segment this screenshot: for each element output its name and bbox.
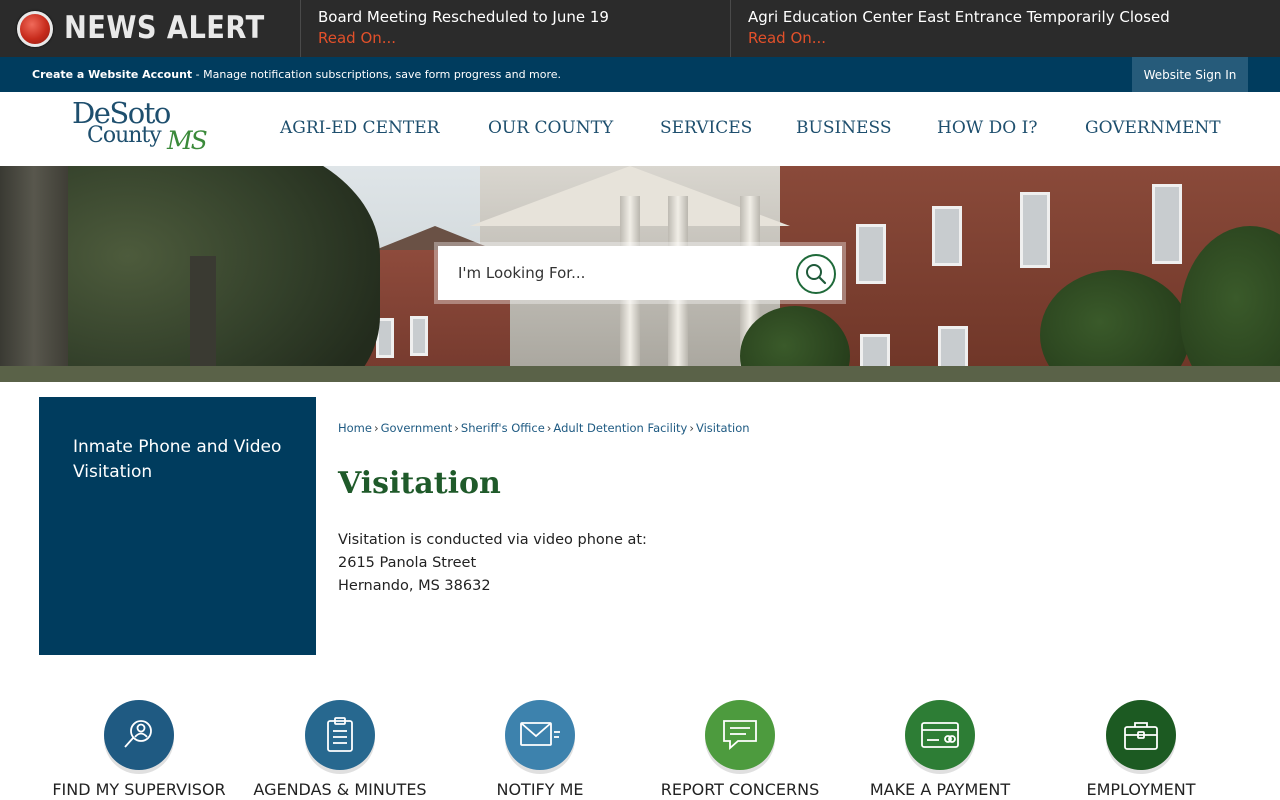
nav-item-business[interactable]: BUSINESS: [796, 118, 891, 138]
breadcrumb-adult-detention-facility[interactable]: Adult Detention Facility: [553, 421, 687, 435]
breadcrumb: Home › Government › Sheriff's Office › Adult D…: [338, 421, 750, 435]
quick-link-notify-me[interactable]: NOTIFY ME: [440, 700, 640, 800]
alert-indicator-icon: [17, 11, 53, 47]
quick-link-employment[interactable]: EMPLOYMENT: [1041, 700, 1241, 800]
desoto-county-logo[interactable]: DeSoto County MS: [72, 96, 212, 160]
breadcrumb-government[interactable]: Government: [381, 421, 453, 435]
search-field-wrapper: [438, 246, 842, 300]
alert-item[interactable]: Board Meeting Rescheduled to June 19 Rea…: [300, 0, 730, 57]
account-message: Create a Website Account - Manage notifi…: [32, 68, 561, 81]
breadcrumb-sheriffs-office[interactable]: Sheriff's Office: [461, 421, 545, 435]
supervisor-icon[interactable]: [104, 700, 174, 770]
hero-window: [1152, 184, 1182, 264]
chat-icon[interactable]: [705, 700, 775, 770]
search-button[interactable]: [796, 254, 836, 294]
hero-window: [932, 206, 962, 266]
content-line: Hernando, MS 38632: [338, 578, 491, 594]
search-icon: [806, 264, 827, 285]
hero-window: [856, 224, 886, 284]
briefcase-icon[interactable]: [1106, 700, 1176, 770]
account-description: - Manage notification subscriptions, sav…: [192, 68, 562, 81]
news-alert-bar: NEWS ALERT Board Meeting Rescheduled to …: [0, 0, 1280, 57]
quick-link-label[interactable]: AGENDAS & MINUTES: [240, 780, 440, 799]
credit-card-icon[interactable]: [905, 700, 975, 770]
breadcrumb-separator: ›: [546, 421, 552, 435]
alert-read-on-link[interactable]: Read On...: [748, 29, 1280, 47]
sidebar-nav: Inmate Phone and Video Visitation: [39, 397, 316, 655]
quick-link-label[interactable]: EMPLOYMENT: [1041, 780, 1241, 799]
hero-window: [1020, 192, 1050, 268]
account-bar: Create a Website Account - Manage notifi…: [0, 57, 1280, 92]
logo-suffix: MS: [167, 126, 208, 155]
hero-tree-trunk: [0, 166, 68, 382]
nav-item-government[interactable]: GOVERNMENT: [1085, 118, 1221, 138]
envelope-icon[interactable]: [505, 700, 575, 770]
quick-link-make-a-payment[interactable]: MAKE A PAYMENT: [840, 700, 1040, 800]
hero-tree-trunk: [190, 256, 216, 382]
quick-link-label[interactable]: NOTIFY ME: [440, 780, 640, 799]
quick-link-label[interactable]: MAKE A PAYMENT: [840, 780, 1040, 799]
breadcrumb-visitation[interactable]: Visitation: [696, 421, 750, 435]
alert-read-on-link[interactable]: Read On...: [318, 29, 730, 47]
search-box: [434, 242, 846, 304]
alert-item[interactable]: Agri Education Center East Entrance Temp…: [730, 0, 1280, 57]
quick-link-report-concerns[interactable]: REPORT CONCERNS: [640, 700, 840, 800]
nav-item-how-do-i[interactable]: HOW DO I?: [937, 118, 1037, 138]
breadcrumb-separator: ›: [373, 421, 379, 435]
breadcrumb-separator: ›: [454, 421, 459, 435]
breadcrumb-separator: ›: [689, 421, 694, 435]
page-title: Visitation: [338, 466, 501, 501]
hero-window: [410, 316, 428, 356]
alert-item-title[interactable]: Board Meeting Rescheduled to June 19: [318, 8, 730, 26]
quick-link-agendas-minutes[interactable]: AGENDAS & MINUTES: [240, 700, 440, 800]
page-content: Visitation is conducted via video phone …: [338, 529, 647, 598]
quick-link-find-my-supervisor[interactable]: FIND MY SUPERVISOR: [39, 700, 239, 800]
create-account-link[interactable]: Create a Website Account: [32, 68, 192, 81]
content-line: 2615 Panola Street: [338, 555, 477, 571]
website-sign-in-button[interactable]: Website Sign In: [1132, 57, 1248, 92]
clipboard-icon[interactable]: [305, 700, 375, 770]
quick-link-label[interactable]: REPORT CONCERNS: [640, 780, 840, 799]
news-alert-title: NEWS ALERT: [64, 10, 265, 46]
alert-item-title[interactable]: Agri Education Center East Entrance Temp…: [748, 8, 1280, 26]
nav-item-agri-ed-center[interactable]: AGRI-ED CENTER: [280, 118, 439, 138]
sidebar-item-inmate-phone-video-visitation[interactable]: Inmate Phone and Video Visitation: [73, 435, 293, 485]
quick-link-label[interactable]: FIND MY SUPERVISOR: [39, 780, 239, 799]
nav-item-our-county[interactable]: OUR COUNTY: [488, 118, 613, 138]
news-alert-brand: NEWS ALERT: [0, 0, 300, 57]
hero-banner: [0, 166, 1280, 382]
hero-ground: [0, 366, 1280, 382]
site-header: DeSoto County MS AGRI-ED CENTER OUR COUN…: [0, 92, 1280, 166]
logo-line-2: County: [87, 123, 162, 148]
search-input[interactable]: [438, 246, 778, 300]
nav-item-services[interactable]: SERVICES: [660, 118, 752, 138]
content-line: Visitation is conducted via video phone …: [338, 532, 647, 548]
breadcrumb-home[interactable]: Home: [338, 421, 372, 435]
